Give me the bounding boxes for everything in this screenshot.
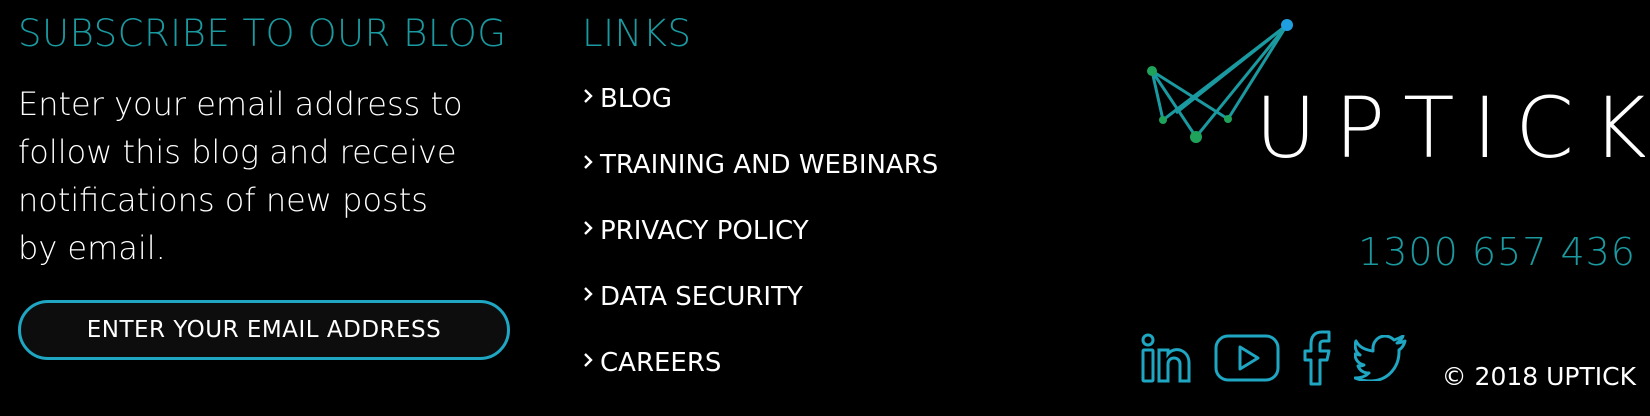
list-item: CAREERS xyxy=(582,346,1012,412)
youtube-link[interactable] xyxy=(1214,334,1280,386)
chevron-right-icon xyxy=(584,89,593,103)
chevron-right-icon xyxy=(584,155,593,169)
link-label: TRAINING AND WEBINARS xyxy=(600,150,939,180)
list-item: BLOG xyxy=(582,82,1012,148)
description-line: follow this blog and receive xyxy=(18,133,457,171)
link-label: DATA SECURITY xyxy=(600,282,803,312)
link-blog[interactable]: BLOG xyxy=(582,82,672,116)
twitter-link[interactable] xyxy=(1353,334,1408,385)
link-data-security[interactable]: DATA SECURITY xyxy=(582,280,803,314)
links-section: LINKS BLOG TRAINING AND WEBINARS PRIVACY… xyxy=(582,0,1012,412)
linkedin-link[interactable] xyxy=(1140,332,1192,388)
description-line: Enter your email address to xyxy=(18,85,463,123)
copyright-text: © 2018 UPTICK xyxy=(1441,362,1636,391)
uptick-logo: UPTICK xyxy=(1147,19,1645,172)
facebook-link[interactable] xyxy=(1302,330,1332,390)
chevron-right-icon xyxy=(584,353,593,367)
brand-section: UPTICK 1300 657 436 © 2018 UPTICK xyxy=(1140,0,1645,416)
chevron-right-icon xyxy=(584,221,593,235)
list-item: TRAINING AND WEBINARS xyxy=(582,148,1012,214)
links-list: BLOG TRAINING AND WEBINARS PRIVACY POLIC… xyxy=(582,82,1012,412)
links-heading: LINKS xyxy=(582,12,692,55)
social-links xyxy=(1140,330,1430,390)
link-label: BLOG xyxy=(600,84,673,114)
list-item: PRIVACY POLICY xyxy=(582,214,1012,280)
linkedin-icon xyxy=(1141,333,1191,383)
link-training-and-webinars[interactable]: TRAINING AND WEBINARS xyxy=(582,148,938,182)
subscribe-section: SUBSCRIBE TO OUR BLOG Enter your email a… xyxy=(18,0,518,360)
facebook-icon xyxy=(1303,330,1331,386)
subscribe-description: Enter your email address to follow this … xyxy=(18,80,518,272)
email-input[interactable] xyxy=(18,300,510,360)
subscribe-heading: SUBSCRIBE TO OUR BLOG xyxy=(18,12,507,55)
link-label: PRIVACY POLICY xyxy=(600,216,809,246)
link-careers[interactable]: CAREERS xyxy=(582,346,721,380)
phone-number: 1300 657 436 xyxy=(1358,230,1636,274)
description-line: by email. xyxy=(18,229,166,267)
link-label: CAREERS xyxy=(600,348,722,378)
list-item: DATA SECURITY xyxy=(582,280,1012,346)
logo-text: UPTICK xyxy=(1255,79,1645,172)
youtube-icon xyxy=(1214,334,1280,382)
description-line: notifications of new posts xyxy=(18,181,428,219)
link-privacy-policy[interactable]: PRIVACY POLICY xyxy=(582,214,809,248)
twitter-icon xyxy=(1353,334,1407,383)
chevron-right-icon xyxy=(584,287,593,301)
